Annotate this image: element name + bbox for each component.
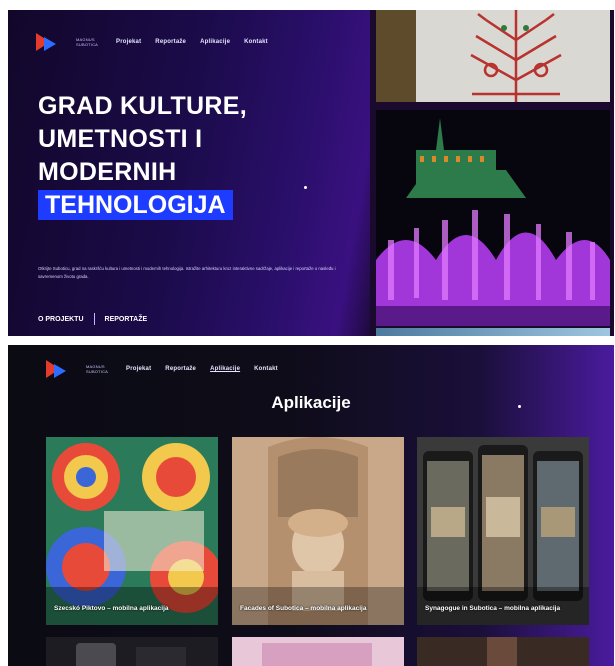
facade-sculpture-image xyxy=(232,437,404,625)
app-card-facades[interactable]: Facades of Subotica – mobilna aplikacija xyxy=(232,437,404,625)
sparkle-icon xyxy=(304,186,307,189)
app-card-label: Szecskó Piktovo – mobilna aplikacija xyxy=(54,605,169,612)
sky-photo xyxy=(376,328,610,336)
hero-screenshot: MAGNUS SUBOTICA Projekat Reportaže Aplik… xyxy=(8,10,614,336)
section-title: Aplikacije xyxy=(271,393,351,412)
logo-icon[interactable] xyxy=(36,31,62,53)
hero-description: Otkrijte Suboticu, grad na raskršću kult… xyxy=(38,266,336,279)
nav-link-reportaze[interactable]: Reportaže xyxy=(165,366,196,372)
hero-line-1: GRAD KULTURE, xyxy=(38,92,247,120)
hero-heading: GRAD KULTURE, UMETNOSTI I MODERNIH TEHNO… xyxy=(38,90,368,220)
app-card-synagogue[interactable]: Synagogue in Subotica – mobilna aplikaci… xyxy=(417,437,589,625)
hero-line-2: UMETNOSTI I xyxy=(38,125,203,153)
fountain-night-photo xyxy=(376,110,610,326)
hero-highlight: TEHNOLOGIJA xyxy=(38,190,233,220)
app-card-row2-3[interactable] xyxy=(417,637,589,666)
top-nav-2: MAGNUS SUBOTICA Projekat Reportaže Aplik… xyxy=(46,359,278,379)
app-card-szecsko[interactable]: Szecskó Piktovo – mobilna aplikacija xyxy=(46,437,218,625)
apps-screenshot: MAGNUS SUBOTICA Projekat Reportaže Aplik… xyxy=(8,345,614,666)
nav-link-kontakt[interactable]: Kontakt xyxy=(254,366,278,372)
nav-link-aplikacije[interactable]: Aplikacije xyxy=(200,39,230,45)
nav-link-projekat[interactable]: Projekat xyxy=(126,366,151,372)
phones-image xyxy=(417,437,589,625)
app-card-row2-1[interactable] xyxy=(46,637,218,666)
nav-link-aplikacije[interactable]: Aplikacije xyxy=(210,366,240,372)
top-nav: MAGNUS SUBOTICA Projekat Reportaže Aplik… xyxy=(36,30,268,54)
logo-icon[interactable] xyxy=(46,358,72,380)
hero-photo-column xyxy=(370,10,614,336)
link-divider xyxy=(93,313,95,325)
hero-line-3: MODERNIH xyxy=(38,158,177,186)
app-card-label: Facades of Subotica – mobilna aplikacija xyxy=(240,605,367,612)
logo-text: MAGNUS SUBOTICA xyxy=(86,364,109,374)
reports-link[interactable]: REPORTAŽE xyxy=(105,316,148,323)
nav-link-reportaze[interactable]: Reportaže xyxy=(155,39,186,45)
folk-art-image xyxy=(46,437,218,625)
app-card-label: Synagogue in Subotica – mobilna aplikaci… xyxy=(425,605,561,612)
about-project-link[interactable]: O PROJEKTU xyxy=(38,316,84,323)
nav-link-kontakt[interactable]: Kontakt xyxy=(244,39,268,45)
embroidery-photo xyxy=(376,10,610,102)
logo-text: MAGNUS SUBOTICA xyxy=(76,37,99,47)
sparkle-icon xyxy=(518,405,521,408)
hero-links: O PROJEKTU REPORTAŽE xyxy=(38,313,147,325)
app-card-row2-2[interactable] xyxy=(232,637,404,666)
nav-link-projekat[interactable]: Projekat xyxy=(116,39,141,45)
